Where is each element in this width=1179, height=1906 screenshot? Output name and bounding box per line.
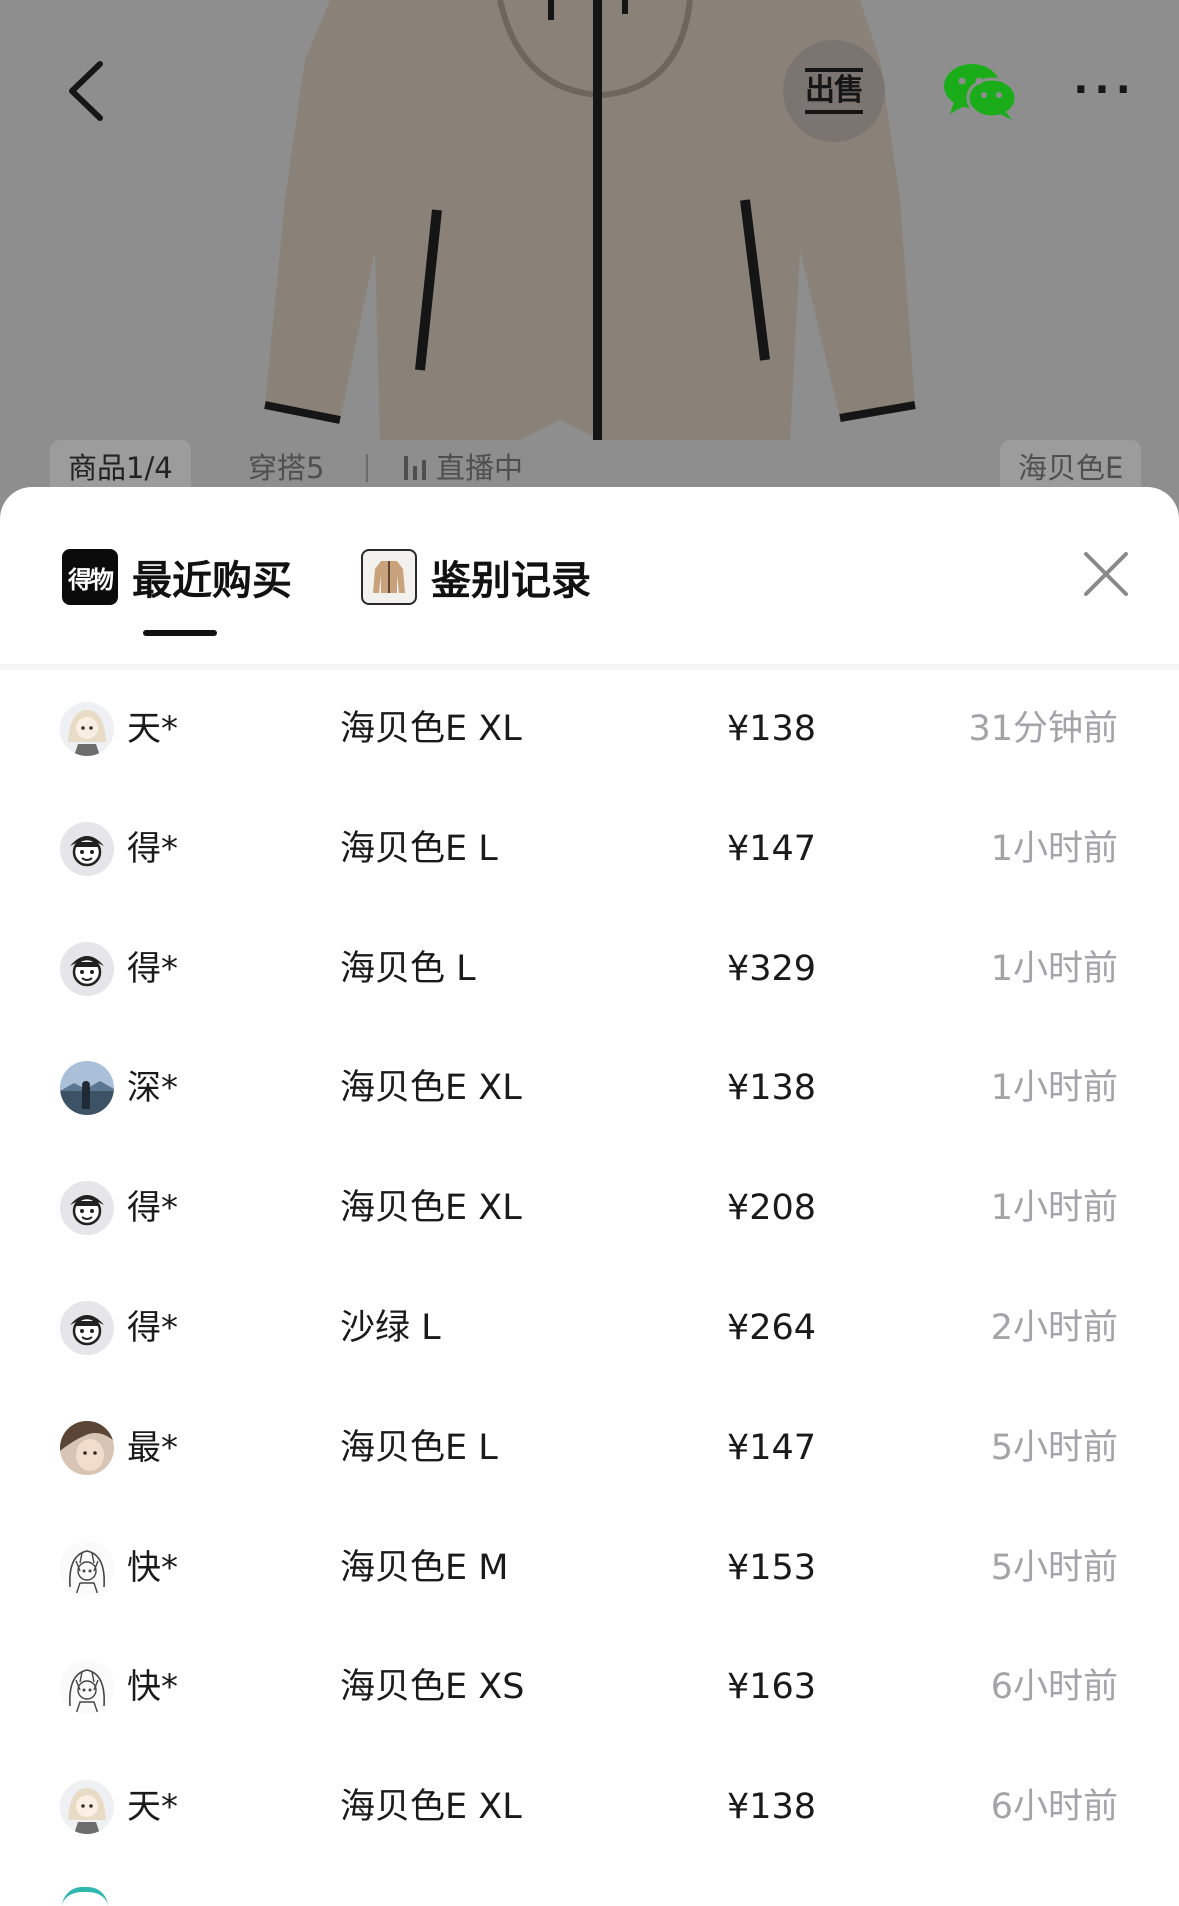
buyer-avatar — [60, 1540, 114, 1595]
purchase-record-row: 得* 海贝色E L ¥147 1小时前 — [0, 790, 1179, 910]
buyer-name: 得* — [127, 828, 178, 869]
buyer-avatar — [60, 1181, 114, 1236]
sale-price: ¥329 — [727, 948, 817, 989]
buyer-name: 最* — [127, 1427, 178, 1468]
sku-variant: 海贝色E L — [340, 828, 498, 869]
recent-purchases-sheet: 得物 最近购买 鉴别记录 天* 海贝色E XL ¥138 31分钟前得* 海贝色E L ¥… — [0, 487, 1179, 1906]
sale-price: ¥138 — [727, 1787, 817, 1828]
purchase-record-row: 得* 海贝色E XL ¥208 1小时前 — [0, 1149, 1179, 1269]
purchase-record-row: 得* 海贝色 L ¥329 1小时前 — [0, 910, 1179, 1030]
buyer-name: 得* — [127, 1188, 178, 1229]
purchase-record-row: 快* 海贝色E XS ¥163 6小时前 — [0, 1628, 1179, 1748]
active-tab-indicator — [143, 630, 217, 636]
sale-price: ¥163 — [727, 1667, 817, 1708]
buyer-name: 得* — [127, 1307, 178, 1348]
sku-variant: 海贝色E M — [340, 1547, 509, 1588]
purchase-time: 31分钟前 — [968, 709, 1118, 749]
sku-variant: 海贝色E XL — [340, 1188, 522, 1229]
buyer-avatar — [60, 821, 114, 876]
purchase-time: 1小时前 — [990, 1068, 1118, 1109]
sku-variant: 海贝色E XS — [340, 1667, 525, 1708]
sub-tab-divider — [366, 454, 368, 482]
buyer-name: 快* — [127, 1547, 178, 1588]
purchase-time: 1小时前 — [990, 828, 1118, 869]
purchase-record-row: 最* 海贝色E L ¥147 5小时前 — [0, 1389, 1179, 1509]
buyer-avatar — [60, 941, 114, 996]
buyer-name: 快* — [127, 1667, 178, 1708]
wechat-share-button[interactable] — [925, 52, 1035, 132]
live-bars-icon — [404, 456, 426, 480]
sku-variant: 海贝色E L — [340, 1427, 498, 1468]
purchase-time: 6小时前 — [990, 1787, 1118, 1828]
sell-label: 出售 — [805, 68, 864, 114]
sheet-tab-bar: 得物 最近购买 鉴别记录 — [0, 487, 1179, 670]
buyer-name: 天* — [127, 1787, 178, 1828]
more-options-button[interactable]: ··· — [1060, 60, 1150, 120]
close-sheet-button[interactable] — [1080, 548, 1132, 600]
purchase-time: 5小时前 — [990, 1427, 1118, 1468]
tab-recent-purchases[interactable]: 得物 最近购买 — [62, 549, 292, 605]
sku-variant: 海贝色 L — [340, 948, 476, 989]
sale-price: ¥264 — [727, 1307, 817, 1348]
tab-auth-label: 鉴别记录 — [431, 558, 591, 604]
tab-recent-label: 最近购买 — [132, 558, 292, 604]
chevron-left-icon — [69, 61, 103, 121]
purchase-time: 1小时前 — [990, 1188, 1118, 1229]
sale-price: ¥153 — [727, 1547, 817, 1588]
purchase-time: 1小时前 — [990, 948, 1118, 989]
sale-price: ¥147 — [727, 828, 817, 869]
sale-price: ¥147 — [727, 1427, 817, 1468]
wechat-icon — [944, 64, 1018, 120]
sku-variant: 沙绿 L — [340, 1307, 441, 1348]
buyer-name: 得* — [127, 948, 178, 989]
purchase-time: 6小时前 — [990, 1667, 1118, 1708]
more-dots-icon: ··· — [1073, 67, 1137, 113]
sale-price: ¥138 — [727, 709, 817, 749]
back-button[interactable] — [56, 56, 116, 126]
purchase-record-row: 天* 海贝色E XL ¥138 31分钟前 — [0, 670, 1179, 790]
sku-variant: 海贝色E XL — [340, 709, 522, 749]
tab-authentication-records[interactable]: 鉴别记录 — [361, 549, 591, 605]
buyer-name: 天* — [127, 709, 178, 749]
purchase-time: 5小时前 — [990, 1547, 1118, 1588]
purchase-record-list: 天* 海贝色E XL ¥138 31分钟前 得* 海贝色E L ¥147 1小时前 得* 海贝色 … — [0, 670, 1179, 1868]
purchase-record-row: 快* 海贝色E M ¥153 5小时前 — [0, 1509, 1179, 1629]
buyer-avatar — [60, 1420, 114, 1475]
close-icon — [1084, 552, 1128, 596]
next-row-avatar-peek — [62, 1887, 108, 1906]
buyer-avatar — [60, 1780, 114, 1835]
product-image-area: 出售 ··· 商品1/4 穿搭5 直播中 海贝色E — [0, 0, 1179, 520]
sku-variant: 海贝色E XL — [340, 1068, 522, 1109]
sale-price: ¥208 — [727, 1188, 817, 1229]
purchase-record-row: 得* 沙绿 L ¥264 2小时前 — [0, 1269, 1179, 1389]
jacket-thumbnail-icon — [361, 549, 417, 605]
sell-button[interactable]: 出售 — [783, 40, 885, 142]
buyer-avatar — [60, 1300, 114, 1355]
dewu-logo-icon: 得物 — [62, 549, 118, 605]
sku-variant: 海贝色E XL — [340, 1787, 522, 1828]
buyer-name: 深* — [127, 1068, 178, 1109]
buyer-avatar — [60, 1061, 114, 1116]
purchase-record-row: 天* 海贝色E XL ¥138 6小时前 — [0, 1748, 1179, 1868]
buyer-avatar — [60, 1660, 114, 1715]
purchase-time: 2小时前 — [990, 1307, 1118, 1348]
buyer-avatar — [60, 702, 114, 756]
sale-price: ¥138 — [727, 1068, 817, 1109]
purchase-record-row: 深* 海贝色E XL ¥138 1小时前 — [0, 1029, 1179, 1149]
